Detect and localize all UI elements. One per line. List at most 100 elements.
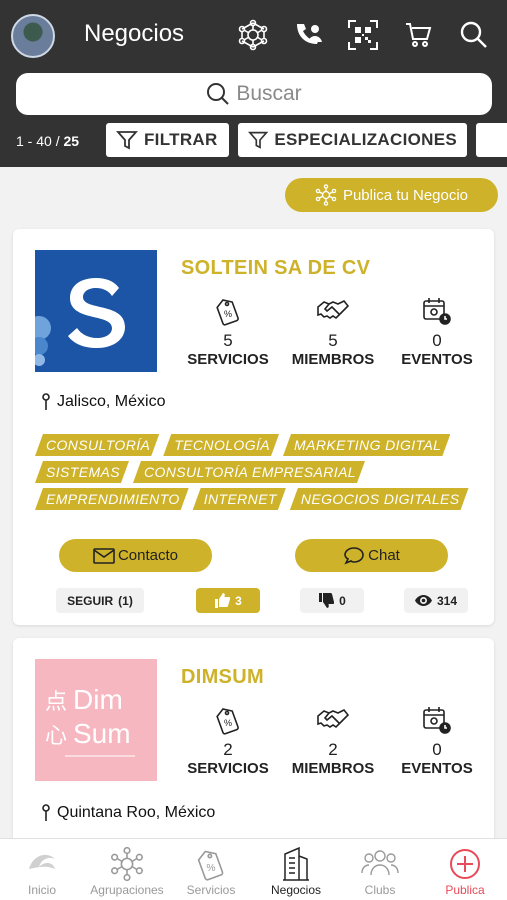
tag[interactable]: NEGOCIOS DIGITALES <box>290 488 469 510</box>
svg-text:Dim: Dim <box>73 684 123 715</box>
likes-count: 3 <box>235 593 242 608</box>
location-text: Quintana Roo, México <box>57 804 216 821</box>
cart-icon[interactable] <box>402 18 436 52</box>
price-tag-icon: % <box>178 704 278 736</box>
thumbs-down-icon <box>319 593 335 608</box>
nav-label: Negocios <box>270 883 322 897</box>
events-count: 0 <box>432 740 442 759</box>
nav-item-negocios[interactable]: Negocios <box>254 839 338 900</box>
events-label: EVENTOS <box>401 351 473 368</box>
specializations-label: ESPECIALIZACIONES <box>274 130 457 149</box>
members-label: MIEMBROS <box>291 760 375 777</box>
chat-label: Chat <box>368 547 400 564</box>
services-label: SERVICIOS <box>187 760 269 777</box>
nav-label: Publica <box>445 883 485 897</box>
members-label: MIEMBROS <box>291 351 375 368</box>
business-name: SOLTEIN SA DE CV <box>181 257 371 279</box>
nav-label: Inicio <box>27 883 56 897</box>
search-placeholder: Buscar <box>236 82 302 105</box>
services-count: 2 <box>223 740 233 759</box>
filter-label: FILTRAR <box>144 130 218 149</box>
qr-code-icon[interactable] <box>346 18 380 52</box>
follow-label: SEGUIR <box>67 593 114 608</box>
nav-label: Clubs <box>364 883 396 897</box>
search-input[interactable]: Buscar <box>16 73 492 115</box>
svg-text:点: 点 <box>45 690 67 715</box>
dislikes-count: 0 <box>339 593 346 608</box>
filter-button[interactable]: FILTRAR <box>106 123 229 157</box>
tag[interactable]: SISTEMAS <box>35 461 129 483</box>
thumbs-up-icon <box>215 593 231 608</box>
funnel-icon <box>116 131 138 150</box>
tag[interactable]: CONSULTORÍA <box>35 434 159 456</box>
svg-text:%: % <box>224 309 232 319</box>
nav-item-servicios[interactable]: % Servicios <box>169 839 253 900</box>
specializations-button[interactable]: ESPECIALIZACIONES <box>238 123 467 157</box>
page-title: Negocios <box>84 20 185 47</box>
events-count: 0 <box>432 331 442 350</box>
avatar[interactable] <box>11 14 55 58</box>
business-logo: 点 心 Dim Sum <box>35 659 157 781</box>
nav-item-publica[interactable]: Publica <box>423 839 507 900</box>
dislike-button[interactable]: 0 <box>300 588 364 613</box>
bottom-nav: Inicio Agrupaciones % Servicios Negocios… <box>0 838 507 900</box>
network-icon[interactable] <box>236 18 270 52</box>
handshake-icon <box>283 295 383 327</box>
nav-label: Servicios <box>186 883 236 897</box>
members-stat: 5 MIEMBROS <box>283 295 383 369</box>
app-root: Negocios Buscar 1 - 40 / 25 FILTRAR ESPE… <box>0 0 507 900</box>
business-logo <box>27 250 157 372</box>
follow-button[interactable]: SEGUIR (1) <box>56 588 144 613</box>
plus-circle-icon <box>449 845 481 883</box>
price-tag-icon: % <box>178 295 278 327</box>
group-icon <box>361 845 399 883</box>
publish-business-button[interactable]: Publica tu Negocio <box>285 178 498 212</box>
nav-item-agrupaciones[interactable]: Agrupaciones <box>85 839 169 900</box>
events-stat: 0 EVENTOS <box>387 704 487 778</box>
tag[interactable]: INTERNET <box>193 488 286 510</box>
search-icon[interactable] <box>457 18 491 52</box>
network-icon <box>109 845 145 883</box>
business-location: Quintana Roo, México <box>41 804 215 822</box>
envelope-icon <box>93 547 115 564</box>
tag[interactable]: TECNOLOGÍA <box>163 434 279 456</box>
funnel-icon <box>248 131 269 149</box>
tag-list: CONSULTORÍA TECNOLOGÍA MARKETING DIGITAL… <box>35 434 475 515</box>
contact-button[interactable]: Contacto <box>59 539 212 572</box>
top-header: Negocios Buscar 1 - 40 / 25 FILTRAR ESPE… <box>0 0 507 167</box>
contact-label: Contacto <box>117 547 179 564</box>
chat-button[interactable]: Chat <box>295 539 448 572</box>
business-card[interactable]: 点 心 Dim Sum DIMSUM % 2 SERVICIOS 2 MIEMB… <box>13 638 494 848</box>
svg-text:心: 心 <box>45 724 67 749</box>
services-stat: % 5 SERVICIOS <box>178 295 278 369</box>
network-icon <box>315 184 337 206</box>
tag[interactable]: EMPRENDIMIENTO <box>35 488 189 510</box>
eye-icon <box>414 595 432 606</box>
views-count: 314 <box>436 593 458 608</box>
svg-text:%: % <box>206 863 215 874</box>
handshake-icon <box>283 704 383 736</box>
svg-text:Sum: Sum <box>73 718 131 749</box>
calendar-clock-icon <box>387 295 487 327</box>
location-text: Jalisco, México <box>57 393 166 410</box>
business-card[interactable]: SOLTEIN SA DE CV % 5 SERVICIOS 5 MIEMBRO… <box>13 229 494 625</box>
phone-user-icon[interactable] <box>291 18 325 52</box>
pin-icon <box>42 393 50 410</box>
results-count: 1 - 40 / 25 <box>16 133 80 149</box>
publish-label: Publica tu Negocio <box>342 186 469 204</box>
nav-item-inicio[interactable]: Inicio <box>0 839 84 900</box>
nav-item-clubs[interactable]: Clubs <box>338 839 422 900</box>
members-stat: 2 MIEMBROS <box>283 704 383 778</box>
business-location: Jalisco, México <box>41 393 165 411</box>
events-label: EVENTOS <box>401 760 473 777</box>
members-count: 2 <box>328 740 338 759</box>
like-button[interactable]: 3 <box>196 588 260 613</box>
tag[interactable]: CONSULTORÍA EMPRESARIAL <box>133 461 365 483</box>
business-name: DIMSUM <box>181 666 264 688</box>
search-icon <box>207 83 230 105</box>
follow-count: (1) <box>118 593 133 608</box>
home-icon <box>25 845 59 883</box>
more-filters-button[interactable] <box>476 123 507 157</box>
tag[interactable]: MARKETING DIGITAL <box>283 434 450 456</box>
pin-icon <box>42 804 50 821</box>
